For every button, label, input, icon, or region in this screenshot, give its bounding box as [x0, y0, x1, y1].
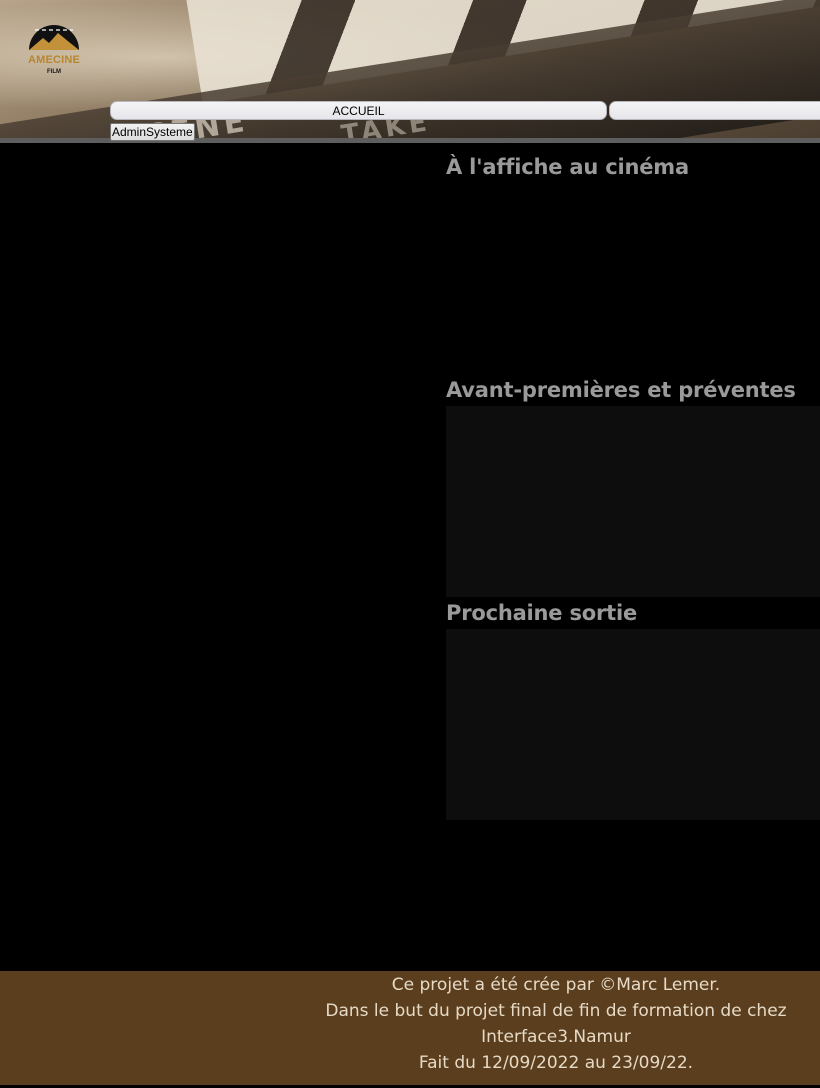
- footer-credit-line: Ce projet a été crée par ©Marc Lemer.: [391, 975, 721, 995]
- footer-dates-line: Fait du 12/09/2022 au 23/09/22.: [418, 1053, 694, 1073]
- section-title-prochaine-sortie: Prochaine sortie: [446, 601, 638, 625]
- nav-second-button[interactable]: [609, 101, 820, 120]
- site-logo[interactable]: AMECINE FILM: [22, 16, 86, 88]
- nav-accueil-button[interactable]: ACCUEIL: [110, 101, 607, 120]
- footer-purpose-line: Dans le but du projet final de fin de fo…: [325, 1001, 787, 1047]
- prochaine-sortie-panel: [446, 629, 820, 820]
- logo-subtitle: FILM: [47, 69, 61, 75]
- footer: Ce projet a été crée par ©Marc Lemer. Da…: [0, 971, 820, 1085]
- admin-systeme-button[interactable]: AdminSysteme: [110, 123, 195, 141]
- mountain-logo-icon: [29, 25, 79, 50]
- section-title-affiche: À l'affiche au cinéma: [446, 155, 689, 179]
- avant-premieres-panel: [446, 406, 820, 597]
- header-banner: SCENE TAKE AMECINE FILM ACCUEIL AdminSys…: [0, 0, 820, 143]
- logo-name: AMECINE: [27, 54, 81, 66]
- section-title-avant-premieres: Avant-premières et préventes: [446, 378, 796, 402]
